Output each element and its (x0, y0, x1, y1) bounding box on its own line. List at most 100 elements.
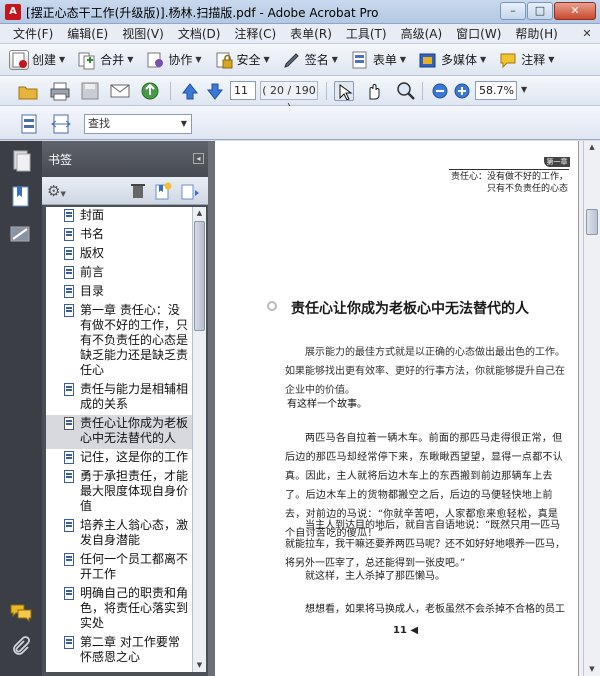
comments-list-icon[interactable] (9, 601, 33, 625)
bookmark-page-icon (64, 519, 74, 532)
bookmark-label: 责任心让你成为老板心中无法替代的人 (80, 416, 189, 445)
bookmark-item[interactable]: 书名 (46, 226, 192, 245)
current-page-input[interactable]: 11 (230, 81, 256, 100)
close-button[interactable]: ✕ (554, 2, 596, 20)
menu-tools[interactable]: 工具(T) (339, 25, 394, 42)
pane-splitter[interactable] (208, 141, 215, 676)
paragraph: 展示能力的最佳方式就是以正确的心态做出最出色的工作。如果能够找出更有效率、更好的… (285, 347, 565, 396)
create-label: 创建 (32, 53, 57, 67)
bookmark-label: 第二章 对工作要常怀感恩之心 (80, 635, 180, 664)
menu-help[interactable]: 帮助(H) (508, 25, 564, 42)
bookmark-label: 封面 (80, 208, 105, 222)
document-scrollbar[interactable]: ▲ ▼ (583, 141, 600, 676)
bookmark-page-icon (64, 285, 74, 298)
hand-tool-icon[interactable] (364, 81, 384, 101)
zoom-level-input[interactable]: 58.7% (475, 81, 517, 100)
lock-icon (214, 50, 234, 70)
secure-button[interactable]: 安全 ▼ (211, 47, 276, 73)
combine-button[interactable]: 合并 ▼ (74, 47, 139, 73)
select-text-cursor-icon[interactable] (334, 81, 354, 101)
zoom-out-icon[interactable] (430, 81, 450, 101)
sign-button[interactable]: 签名 ▼ (279, 47, 344, 73)
header-rule (449, 169, 569, 170)
scroll-down-icon[interactable]: ▼ (193, 659, 206, 672)
maximize-button[interactable]: □ (527, 2, 553, 20)
scroll-up-icon[interactable]: ▲ (584, 141, 600, 154)
create-button[interactable]: 创建 ▼ (6, 47, 71, 73)
menu-window[interactable]: 窗口(W) (449, 25, 508, 42)
chevron-down-icon[interactable]: ▼ (177, 115, 191, 133)
minimize-button[interactable]: – (500, 2, 526, 20)
running-head-line-1: 责任心：没有做不好的工作， (450, 172, 568, 182)
bookmark-item[interactable]: 责任与能力是相辅相成的关系 (46, 381, 192, 415)
bookmark-label: 记住，这是你的工作 (80, 450, 189, 464)
next-page-icon[interactable] (205, 81, 225, 101)
scrollbar-thumb[interactable] (586, 209, 598, 235)
navigation-pane-tabs (0, 141, 42, 676)
bookmark-item[interactable]: 任何一个员工都离不开工作 (46, 551, 192, 585)
comment-button[interactable]: 注释 ▼ (495, 47, 560, 73)
upload-globe-icon[interactable] (140, 81, 160, 101)
bookmark-item[interactable]: 目录 (46, 283, 192, 302)
chevron-down-icon: ▼ (59, 55, 66, 64)
open-folder-icon[interactable] (18, 81, 38, 101)
bookmark-item[interactable]: 培养主人翁心态，激发自身潜能 (46, 517, 192, 551)
menu-edit[interactable]: 编辑(E) (60, 25, 115, 42)
zoom-marquee-icon[interactable] (396, 81, 416, 101)
acrobat-app-icon[interactable]: A (5, 4, 21, 20)
save-icon[interactable] (80, 81, 100, 101)
scroll-down-icon[interactable]: ▼ (584, 663, 600, 676)
chevron-down-icon[interactable]: ▼ (521, 85, 527, 94)
zoom-in-icon[interactable] (452, 81, 472, 101)
forms-button[interactable]: 表单 ▼ (347, 47, 412, 73)
options-gear-icon[interactable]: ⚙▼ (47, 182, 66, 200)
delete-bookmark-icon[interactable] (130, 182, 146, 200)
email-icon[interactable] (110, 81, 130, 101)
multimedia-button[interactable]: 多媒体 ▼ (415, 47, 492, 73)
fit-width-icon[interactable] (50, 113, 72, 135)
bookmark-page-icon (64, 228, 74, 241)
new-bookmark-icon[interactable] (154, 182, 172, 200)
scroll-up-icon[interactable]: ▲ (193, 207, 206, 220)
page-thumbnails-icon[interactable] (9, 149, 33, 173)
bookmarks-scrollbar[interactable]: ▲ ▼ (192, 207, 206, 672)
bookmark-page-icon (64, 417, 74, 430)
bookmark-item[interactable]: 勇于承担责任，才能最大限度体现自身价值 (46, 468, 192, 517)
bookmark-item[interactable]: 封面 (46, 207, 192, 226)
menu-advanced[interactable]: 高级(A) (394, 25, 450, 42)
bookmark-item[interactable]: 记住，这是你的工作 (46, 449, 192, 468)
menu-document[interactable]: 文档(D) (171, 25, 228, 42)
bookmark-label: 前言 (80, 265, 105, 279)
toolbar-separator (422, 82, 423, 100)
document-close-icon[interactable]: ✕ (580, 27, 594, 41)
bookmark-item[interactable]: 第一章 责任心：没有做不好的工作，只有不负责任的心态是缺乏能力还是缺乏责任心 (46, 302, 192, 381)
chapter-tag: 第一章 (544, 157, 570, 167)
bookmarks-list: 封面 书名 版权 前言 目录 第一章 责任心：没有做不好的工作，只有不负责任的心… (46, 207, 192, 672)
print-icon[interactable] (50, 81, 70, 101)
scrollbar-thumb[interactable] (194, 221, 205, 331)
previous-page-icon[interactable] (180, 81, 200, 101)
menu-forms[interactable]: 表单(R) (283, 25, 339, 42)
bookmarks-icon[interactable] (9, 185, 33, 209)
expand-bookmark-icon[interactable] (180, 182, 202, 200)
find-input-text: 查找 (88, 117, 110, 130)
bookmark-item[interactable]: 前言 (46, 264, 192, 283)
bookmark-item[interactable]: 版权 (46, 245, 192, 264)
running-head-line-2: 只有不负责任的心态 (486, 184, 568, 194)
menu-comments[interactable]: 注释(C) (227, 25, 283, 42)
panel-collapse-icon[interactable]: ◂ (193, 153, 204, 164)
attachments-icon[interactable] (9, 635, 33, 659)
bookmark-item[interactable]: 明确自己的职责和角色，将责任心落实到实处 (46, 585, 192, 634)
signatures-icon[interactable] (9, 223, 33, 247)
menu-view[interactable]: 视图(V) (115, 25, 171, 42)
bookmark-item-active[interactable]: 责任心让你成为老板心中无法替代的人 (46, 415, 192, 449)
find-input[interactable]: 查找 ▼ (84, 114, 192, 134)
bookmark-item[interactable]: 第二章 对工作要常怀感恩之心 (46, 634, 192, 668)
bookmark-page-icon (64, 587, 74, 600)
fit-page-icon[interactable] (18, 113, 40, 135)
collaborate-button[interactable]: 协作 ▼ (142, 47, 207, 73)
menu-file[interactable]: 文件(F) (6, 25, 60, 42)
chevron-down-icon: ▼ (331, 55, 338, 64)
document-page: 第一章 责任心：没有做不好的工作， 只有不负责任的心态 责任心让你成为老板心中无… (215, 141, 579, 676)
menu-bar: 文件(F) 编辑(E) 视图(V) 文档(D) 注释(C) 表单(R) 工具(T… (0, 24, 600, 44)
